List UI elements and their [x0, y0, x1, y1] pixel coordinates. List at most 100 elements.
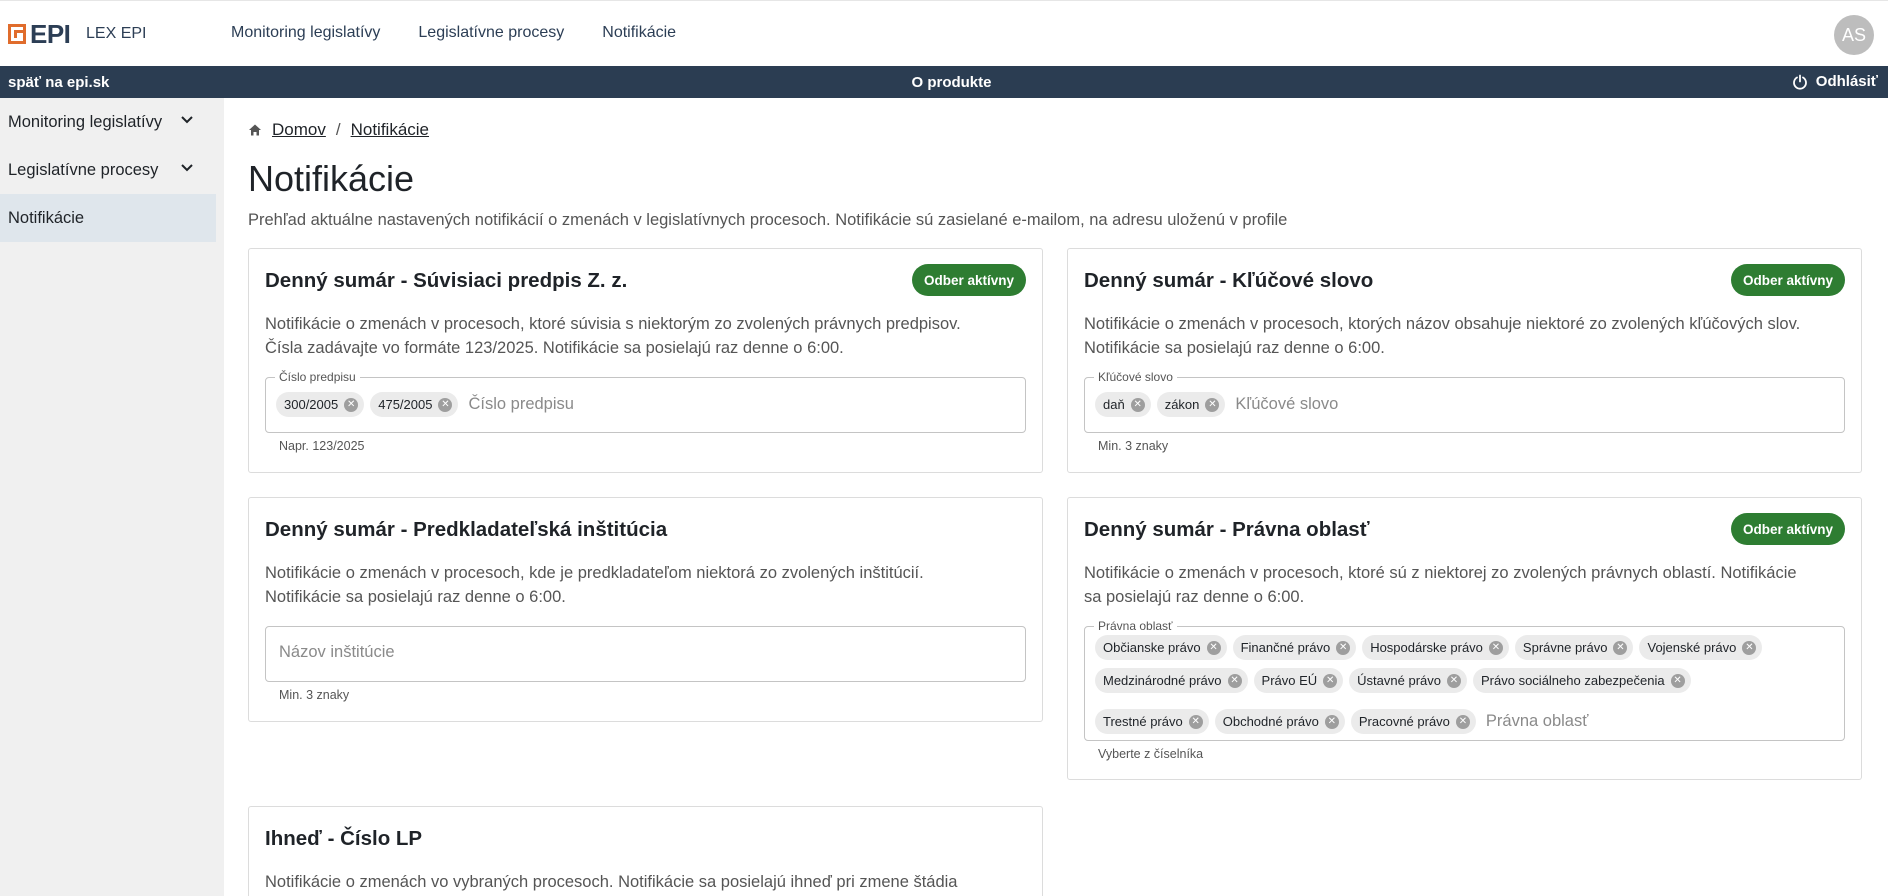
chip[interactable]: daň ✕	[1095, 392, 1151, 417]
logout-button[interactable]: Odhlásiť	[1792, 73, 1878, 90]
chip-remove-icon[interactable]: ✕	[1205, 397, 1220, 412]
sidebar-item-processes[interactable]: Legislatívne procesy	[0, 146, 216, 194]
card-description-line: Notifikácie o zmenách v procesoch, ktorý…	[1084, 315, 1801, 333]
chip-remove-icon[interactable]: ✕	[1130, 397, 1145, 412]
power-icon	[1792, 74, 1807, 90]
chip[interactable]: Občianske právo ✕	[1095, 635, 1227, 660]
product-name: LEX EPI	[86, 25, 147, 42]
chip-remove-icon[interactable]: ✕	[438, 397, 453, 412]
helper-text: Napr. 123/2025	[279, 439, 365, 453]
keyword-field[interactable]: Kľúčové slovo daň ✕ zákon ✕ Kľúčové slovo	[1084, 369, 1845, 433]
epi-logo[interactable]: EPI	[8, 19, 71, 49]
user-avatar[interactable]: AS	[1834, 15, 1874, 55]
chip[interactable]: Trestné právo ✕	[1095, 709, 1209, 734]
card-description-line: Notifikácie o zmenách v procesoch, ktoré…	[1084, 564, 1797, 582]
card-description-line: Notifikácie o zmenách v procesoch, ktoré…	[265, 315, 961, 333]
card-description-line: Notifikácie o zmenách v procesoch, kde j…	[265, 564, 924, 582]
chip-list: 300/2005 ✕ 475/2005 ✕ Číslo predpisu	[276, 392, 1015, 417]
chip[interactable]: Finančné právo ✕	[1232, 635, 1357, 660]
sidebar-item-monitoring[interactable]: Monitoring legislatívy	[0, 98, 216, 146]
chip-remove-icon[interactable]: ✕	[1670, 673, 1685, 688]
legal-area-field[interactable]: Právna oblasť Občianske právo ✕ Finančné …	[1084, 618, 1845, 741]
chip-remove-icon[interactable]: ✕	[1488, 640, 1503, 655]
chip[interactable]: Medzinárodné právo ✕	[1095, 668, 1248, 693]
chip[interactable]: Právo sociálneho zabezpečenia ✕	[1473, 668, 1691, 693]
chip[interactable]: Správne právo ✕	[1514, 635, 1634, 660]
chip[interactable]: Hospodárske právo ✕	[1362, 635, 1509, 660]
home-icon	[249, 124, 261, 136]
chip-list: Občianske právo ✕ Finančné právo ✕ Hospodá…	[1095, 635, 1834, 734]
chip-label: Právo EÚ	[1261, 673, 1318, 688]
chip-remove-icon[interactable]: ✕	[1324, 714, 1339, 729]
regulation-number-input[interactable]: Číslo predpisu	[468, 395, 573, 414]
chip-label: Správne právo	[1522, 640, 1608, 655]
chip-remove-icon[interactable]: ✕	[1206, 640, 1221, 655]
chip[interactable]: Pracovné právo ✕	[1350, 709, 1476, 734]
regulation-number-field[interactable]: Číslo predpisu 300/2005 ✕ 475/2005 ✕ Číslo…	[265, 369, 1026, 433]
nav-monitoring-legislativy[interactable]: Monitoring legislatívy	[231, 24, 380, 42]
card-keyword: Denný sumár - Kľúčové slovo Odber aktívn…	[1067, 248, 1862, 473]
nav-legislativne-procesy[interactable]: Legislatívne procesy	[418, 24, 564, 42]
sidebar-item-label: Monitoring legislatívy	[8, 112, 163, 131]
chip-remove-icon[interactable]: ✕	[344, 397, 359, 412]
card-description-line: Notifikácie sa posielajú raz denne o 6:0…	[265, 588, 566, 606]
chip-remove-icon[interactable]: ✕	[1188, 714, 1203, 729]
chip-remove-icon[interactable]: ✕	[1742, 640, 1757, 655]
chip-label: 475/2005	[378, 397, 433, 412]
chip-label: Trestné právo	[1103, 714, 1183, 729]
chip-label: Finančné právo	[1240, 640, 1331, 655]
chip[interactable]: Vojenské právo ✕	[1639, 635, 1763, 660]
chip-label: Obchodné právo	[1222, 714, 1319, 729]
card-related-regulation: Denný sumár - Súvisiaci predpis Z. z. Od…	[248, 248, 1043, 473]
card-description-line: Notifikácie o zmenách vo vybraných proce…	[265, 873, 958, 891]
logout-label: Odhlásiť	[1815, 73, 1878, 90]
chip[interactable]: Obchodné právo ✕	[1214, 709, 1345, 734]
chip-label: Medzinárodné právo	[1103, 673, 1222, 688]
chip[interactable]: Ústavné právo ✕	[1349, 668, 1467, 693]
top-nav: Monitoring legislatívy Legislatívne proc…	[231, 24, 676, 42]
breadcrumb-home[interactable]: Domov	[272, 120, 326, 140]
keyword-input[interactable]: Kľúčové slovo	[1235, 395, 1338, 414]
subscription-active-badge[interactable]: Odber aktívny	[911, 264, 1026, 296]
legal-area-input[interactable]: Právna oblasť	[1486, 712, 1589, 731]
chip-remove-icon[interactable]: ✕	[1336, 640, 1351, 655]
card-description: Notifikácie o zmenách vo vybraných proce…	[265, 870, 957, 894]
card-description: Notifikácie o zmenách v procesoch, ktoré…	[265, 312, 961, 360]
page-title: Notifikácie	[248, 158, 415, 199]
chip-remove-icon[interactable]: ✕	[1447, 673, 1461, 688]
field-label: Kľúčové slovo	[1094, 369, 1177, 385]
breadcrumb-current[interactable]: Notifikácie	[351, 120, 429, 140]
card-institution: Denný sumár - Predkladateľská inštitúcia…	[248, 497, 1043, 722]
card-description: Notifikácie o zmenách v procesoch, kde j…	[265, 561, 924, 609]
subscription-active-badge[interactable]: Odber aktívny	[1730, 264, 1845, 296]
chip[interactable]: zákon ✕	[1156, 392, 1226, 417]
chip[interactable]: 300/2005 ✕	[276, 392, 365, 417]
chip-remove-icon[interactable]: ✕	[1455, 714, 1470, 729]
nav-notifikacie[interactable]: Notifikácie	[602, 24, 676, 42]
chip-label: Občianske právo	[1103, 640, 1201, 655]
field-label: Číslo predpisu	[275, 369, 360, 385]
breadcrumb-separator: /	[335, 120, 341, 139]
card-description: Notifikácie o zmenách v procesoch, ktorý…	[1084, 312, 1800, 360]
card-description: Notifikácie o zmenách v procesoch, ktoré…	[1084, 561, 1797, 609]
institution-field[interactable]: Názov inštitúcie	[265, 626, 1026, 682]
chip-remove-icon[interactable]: ✕	[1227, 673, 1242, 688]
sidebar-item-notifications[interactable]: Notifikácie	[0, 194, 216, 242]
logo-text: EPI	[30, 19, 71, 49]
breadcrumb: Domov / Notifikácie	[248, 120, 429, 140]
about-product-link[interactable]: O produkte	[0, 74, 1888, 91]
field-label: Právna oblasť	[1094, 618, 1177, 634]
chip-label: Hospodárske právo	[1370, 640, 1483, 655]
chip-remove-icon[interactable]: ✕	[1613, 640, 1628, 655]
card-title: Denný sumár - Právna oblasť	[1084, 518, 1370, 541]
chip-list: daň ✕ zákon ✕ Kľúčové slovo	[1095, 392, 1834, 417]
subscription-active-badge[interactable]: Odber aktívny	[1730, 513, 1845, 545]
chip-remove-icon[interactable]: ✕	[1323, 673, 1338, 688]
institution-input[interactable]: Názov inštitúcie	[279, 643, 395, 662]
card-title: Denný sumár - Kľúčové slovo	[1084, 269, 1374, 292]
chip-label: zákon	[1164, 397, 1200, 412]
chevron-down-icon	[181, 116, 193, 124]
chip[interactable]: Právo EÚ ✕	[1253, 668, 1344, 693]
card-title: Denný sumár - Predkladateľská inštitúcia	[265, 518, 668, 541]
chip[interactable]: 475/2005 ✕	[370, 392, 459, 417]
